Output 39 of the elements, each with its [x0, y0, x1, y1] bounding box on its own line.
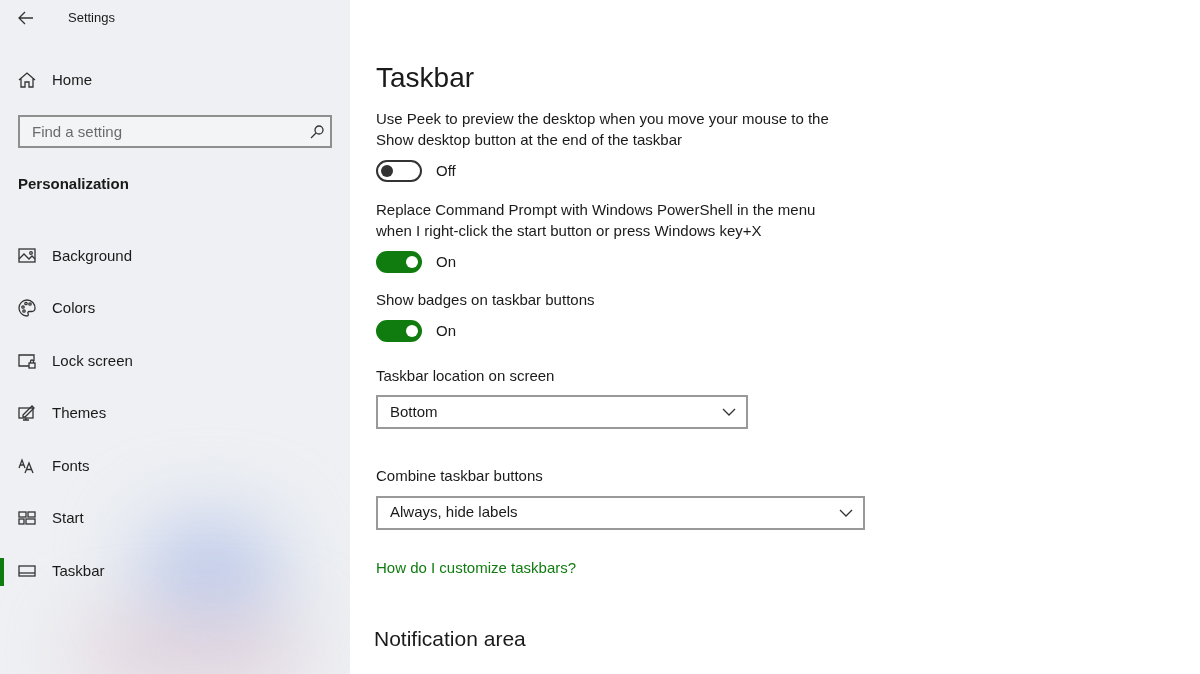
toggle-switch[interactable] [376, 320, 422, 343]
toggle-state-text: Off [436, 161, 456, 181]
themes-icon [18, 404, 36, 423]
sidebar-item[interactable]: Taskbar [0, 544, 350, 597]
sidebar-item[interactable]: Start [0, 492, 350, 545]
setting-label: Replace Command Prompt with Windows PowerShell in the menu when I right-click the start button or press Windows key+X [376, 199, 817, 241]
setting-label: Combine taskbar buttons [376, 466, 544, 486]
section-heading: Personalization [17, 174, 130, 194]
setting-label: Show badges on taskbar buttons [376, 290, 596, 310]
palette-icon [18, 299, 36, 318]
chevron-down-icon [839, 508, 853, 517]
setting-label: Use Peek to preview the desktop when you move your mouse to the Show desktop button at the end of the taskbar [376, 109, 830, 150]
sidebar-item[interactable]: Fonts [0, 439, 350, 492]
toggle-state-text: On [436, 251, 456, 272]
toggle-state-text: On [436, 321, 456, 341]
picture-icon [18, 246, 36, 265]
dropdown[interactable]: Always, hide labels [376, 495, 865, 530]
search-field[interactable]: Find a setting [18, 115, 332, 148]
sidebar-item[interactable]: Background [0, 229, 350, 282]
lock-icon [18, 351, 36, 370]
start-icon [18, 509, 36, 528]
chevron-down-icon [722, 408, 736, 416]
search-icon [310, 125, 324, 139]
selection-indicator [0, 557, 4, 586]
home-icon [18, 71, 36, 89]
toggle-switch[interactable] [376, 160, 422, 183]
section-heading: Notification area [374, 626, 527, 652]
sidebar-item[interactable]: Themes [0, 387, 350, 440]
back-arrow-icon[interactable] [18, 11, 34, 25]
sidebar-item[interactable]: Colors [0, 282, 350, 335]
setting-label: Taskbar location on screen [376, 365, 556, 386]
help-link[interactable]: How do I customize taskbars? [376, 556, 577, 579]
toggle-switch[interactable] [376, 250, 422, 273]
fonts-icon [18, 456, 36, 475]
window-title: Settings [68, 9, 115, 28]
page-title: Taskbar [376, 61, 476, 95]
home-link[interactable]: Home [0, 62, 92, 98]
sidebar-item[interactable]: Lock screen [0, 334, 350, 387]
dropdown[interactable]: Bottom [376, 395, 748, 429]
